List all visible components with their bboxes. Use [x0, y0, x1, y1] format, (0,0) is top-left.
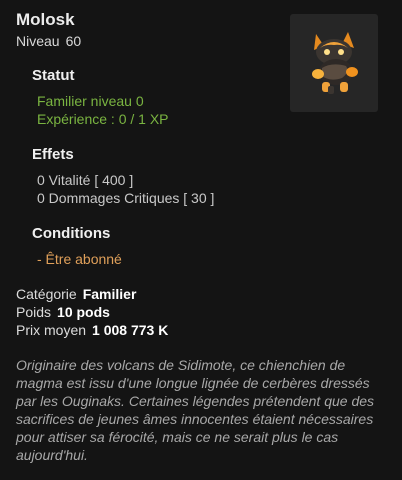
item-name: Molosk: [16, 10, 75, 29]
effet-line-vitality: 0 Vitalité [ 400 ]: [37, 172, 134, 188]
price-row: Prix moyen 1 008 773 K: [16, 322, 168, 338]
statut-title: Statut: [32, 67, 75, 84]
effets-title: Effets: [32, 146, 74, 163]
price-label: Prix moyen: [16, 322, 87, 338]
molosk-pet-icon: [312, 32, 358, 94]
category-row: Catégorie Familier: [16, 286, 136, 302]
weight-value: 10 pods: [57, 304, 110, 320]
weight-row: Poids 10 pods: [16, 304, 110, 320]
level-label: Niveau: [16, 33, 60, 49]
condition-line-subscriber: - Être abonné: [37, 251, 122, 267]
price-value: 1 008 773 K: [92, 322, 169, 338]
category-value: Familier: [82, 286, 137, 302]
category-label: Catégorie: [16, 286, 77, 302]
statut-line-xp: Expérience : 0 / 1 XP: [37, 111, 169, 127]
item-tooltip: Molosk Niveau 60 Statut Familier niveau …: [0, 0, 402, 480]
item-description: Originaire des volcans de Sidimote, ce c…: [16, 357, 375, 463]
effet-line-crit-damage: 0 Dommages Critiques [ 30 ]: [37, 190, 215, 206]
weight-label: Poids: [16, 304, 52, 320]
item-image: [290, 14, 378, 112]
conditions-title: Conditions: [32, 225, 111, 242]
level-value: 60: [65, 33, 82, 49]
statut-line-level: Familier niveau 0: [37, 93, 144, 109]
item-level: Niveau 60: [16, 33, 81, 49]
